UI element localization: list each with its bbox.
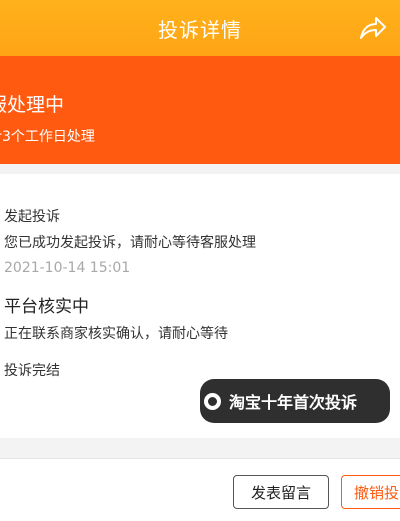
share-arrow-icon[interactable]: [358, 14, 388, 42]
step-title: 平台核实中: [4, 297, 89, 317]
timeline-step-submitted: 发起投诉 您已成功发起投诉，请耐心等待客服处理 2021-10-14 15:01: [4, 206, 256, 276]
record-dot-icon: [204, 392, 221, 410]
header-bar: 投诉详情: [0, 0, 400, 56]
status-subtitle: 计3个工作日处理: [0, 129, 95, 145]
status-title: 服处理中: [0, 94, 65, 116]
withdraw-complaint-button[interactable]: 撤销投: [341, 475, 400, 509]
step-timestamp: 2021-10-14 15:01: [4, 260, 131, 276]
timeline-step-completed: 投诉完结: [4, 360, 60, 380]
status-banner: 服处理中 计3个工作日处理: [0, 56, 400, 164]
step-title: 投诉完结: [4, 363, 60, 379]
bottom-action-bar: 发表留言 撤销投: [0, 458, 400, 521]
step-title: 发起投诉: [4, 209, 60, 225]
page-title: 投诉详情: [158, 17, 242, 42]
step-description: 正在联系商家核实确认，请耐心等待: [4, 326, 228, 342]
toast-text: 淘宝十年首次投诉: [229, 393, 358, 412]
step-description: 您已成功发起投诉，请耐心等待客服处理: [4, 235, 256, 251]
toast-bubble: 淘宝十年首次投诉: [200, 379, 390, 423]
timeline-step-verifying: 平台核实中 正在联系商家核实确认，请耐心等待: [4, 292, 228, 343]
post-comment-button[interactable]: 发表留言: [233, 475, 329, 509]
